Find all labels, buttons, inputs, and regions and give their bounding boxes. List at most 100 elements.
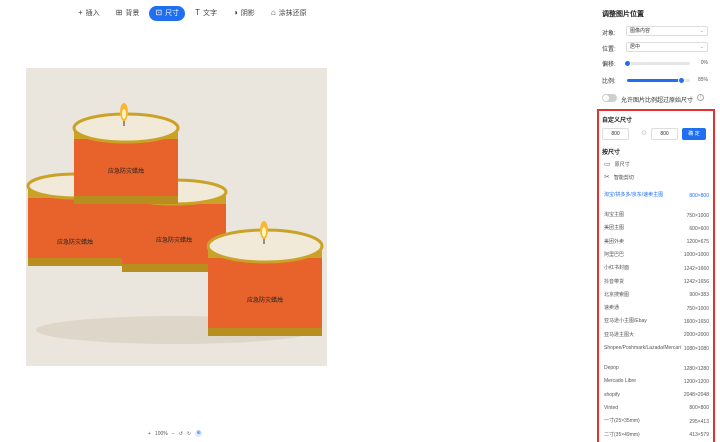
- position-select-value: 居中: [630, 44, 641, 50]
- size-preset-name: 北京搜索图: [604, 291, 630, 298]
- candle-tin-right: 应急防灾蜡烛: [206, 221, 324, 336]
- size-tool[interactable]: ⊡ 尺寸: [149, 5, 186, 21]
- size-preset-dimensions: 600×600: [689, 225, 709, 232]
- undo-icon[interactable]: ↺: [179, 431, 183, 437]
- size-preset-dimensions: 295×413: [689, 418, 709, 425]
- shadow-icon: ◑: [232, 8, 238, 17]
- size-preset-item[interactable]: 淘宝/拼多多/京东/速卖主图 800×800: [604, 192, 709, 199]
- scissors-icon: ✂: [604, 174, 610, 181]
- scale-slider-fill: [627, 79, 681, 82]
- grid-icon: ⊞: [115, 8, 123, 17]
- size-preset-name: 速卖通: [604, 305, 620, 312]
- size-preset-name: 小红书封面: [604, 265, 630, 272]
- size-preset-item[interactable]: 美团主图 600×600: [604, 225, 709, 232]
- text-label: 文字: [202, 10, 217, 17]
- size-preset-dimensions: 900×383: [689, 292, 709, 299]
- allow-upscale-label: 允许图片比例超过原始尺寸: [621, 98, 694, 104]
- candle-tin-top: 应急防灾蜡烛: [72, 103, 180, 204]
- zoom-out-button[interactable]: −: [172, 431, 175, 437]
- size-preset-dimensions: 1242×1660: [683, 265, 709, 272]
- offset-slider[interactable]: [624, 60, 690, 67]
- offset-label: 偏移:: [602, 62, 616, 68]
- size-preset-name: Mercado Libre: [604, 378, 636, 385]
- object-select[interactable]: 图像内容 ⌄: [626, 26, 708, 36]
- restore-icon: ⌂: [270, 8, 276, 17]
- insert-tool[interactable]: + 插入: [72, 6, 106, 21]
- size-preset-dimensions: 750×1000: [686, 212, 709, 219]
- size-preset-item[interactable]: 速卖通 750×1000: [604, 305, 709, 312]
- size-preset-item[interactable]: 阿里巴巴 1000×1000: [604, 252, 709, 259]
- fit-view-icon[interactable]: ⊕: [195, 430, 203, 437]
- size-preset-item[interactable]: Shopee/Poshmark/Lazada/Mercari 1080×1080: [604, 345, 709, 352]
- redo-icon[interactable]: ↻: [187, 431, 191, 437]
- width-input[interactable]: 800: [602, 128, 629, 140]
- by-size-title: 按尺寸: [602, 150, 621, 156]
- size-preset-item[interactable]: 亚马逊主图大 2000×2000: [604, 332, 709, 339]
- position-select[interactable]: 居中 ⌄: [626, 42, 708, 52]
- chevron-down-icon: ⌄: [699, 44, 704, 50]
- insert-label: 插入: [85, 10, 100, 17]
- confirm-button[interactable]: 确 定: [682, 128, 706, 140]
- scale-slider-handle[interactable]: [677, 77, 685, 84]
- size-preset-dimensions: 2048×2048: [683, 392, 709, 399]
- size-preset-item[interactable]: shopify 2048×2048: [604, 392, 709, 399]
- size-preset-dimensions: 413×579: [689, 432, 709, 438]
- size-preset-item[interactable]: 抖音带货 1242×1656: [604, 279, 709, 286]
- original-size-label: 原尺寸: [614, 161, 630, 168]
- size-preset-dimensions: 1242×1656: [683, 279, 709, 285]
- size-preset-name: 亚马逊小主图/Ebay: [604, 318, 647, 325]
- original-size-option[interactable]: ▭ 原尺寸: [604, 160, 630, 168]
- size-preset-item[interactable]: 美团外卖 1200×675: [604, 239, 709, 246]
- info-icon[interactable]: i: [697, 94, 704, 101]
- size-preset-item[interactable]: 淘宝主图 750×1000: [604, 212, 709, 219]
- candles-illustration: 应急防灾蜡烛 应急防灾蜡烛 应急防灾蜡烛 应急防灾蜡烛: [26, 68, 327, 366]
- size-preset-name: Vinted: [604, 404, 619, 411]
- zoom-level: 100%: [154, 430, 168, 437]
- offset-slider-handle[interactable]: [624, 60, 631, 67]
- smart-crop-option[interactable]: ✂ 智能剪切: [604, 173, 634, 181]
- size-preset-dimensions: 1600×1650: [683, 318, 709, 325]
- size-preset-item[interactable]: Mercado Libre 1200×1200: [604, 378, 709, 385]
- size-preset-item[interactable]: 北京搜索图 900×383: [604, 292, 709, 299]
- size-preset-item[interactable]: 小红书封面 1242×1660: [604, 265, 709, 272]
- text-tool[interactable]: T 文字: [189, 6, 223, 21]
- smart-crop-label: 智能剪切: [613, 174, 634, 181]
- size-preset-dimensions: 1080×1080: [683, 345, 709, 352]
- size-preset-item[interactable]: 亚马逊小主图/Ebay 1600×1650: [604, 318, 709, 325]
- zoom-in-button[interactable]: +: [148, 431, 151, 437]
- shadow-tool[interactable]: ◑ 阴影: [227, 6, 261, 21]
- size-preset-name: shopify: [604, 391, 620, 398]
- allow-upscale-toggle[interactable]: [602, 94, 617, 102]
- panel-title: 调整图片位置: [602, 11, 644, 18]
- height-input[interactable]: 800: [651, 128, 678, 140]
- scale-slider[interactable]: [627, 77, 690, 84]
- size-preset-name: 抖音带货: [604, 278, 625, 285]
- offset-value: 0%: [700, 60, 708, 66]
- size-preset-name: 一寸(25×35mm): [604, 418, 640, 425]
- scale-value: 85%: [697, 77, 708, 83]
- size-preset-name: 淘宝主图: [604, 212, 625, 218]
- svg-text:应急防灾蜡烛: 应急防灾蜡烛: [156, 236, 192, 244]
- svg-text:应急防灾蜡烛: 应急防灾蜡烛: [57, 238, 93, 246]
- object-label: 对象:: [602, 31, 616, 37]
- text-icon: T: [195, 8, 200, 17]
- size-preset-dimensions: 800×800: [689, 192, 709, 199]
- canvas-area: + 插入 ⊞ 背景 ⊡ 尺寸 T 文字 ◑ 阴影 ⌂ 涂抹还原 应急防灾蜡烛 应…: [0, 0, 590, 442]
- size-preset-item[interactable]: 二寸(35×49mm) 413×579: [604, 432, 709, 439]
- size-preset-item[interactable]: 一寸(25×35mm) 295×413: [604, 418, 709, 425]
- zoom-bar: + 100% − ↺ ↻ ⊕: [148, 430, 203, 437]
- lock-icon[interactable]: ⊙: [640, 129, 648, 139]
- size-preset-dimensions: 2000×2000: [683, 332, 709, 339]
- image-icon: ▭: [604, 161, 611, 168]
- size-preset-item[interactable]: Vinted 800×800: [604, 405, 709, 412]
- object-select-value: 图像内容: [630, 28, 651, 34]
- size-preset-dimensions: 750×1000: [686, 305, 709, 312]
- size-preset-dimensions: 1200×675: [686, 239, 709, 246]
- chevron-down-icon: ⌄: [699, 28, 704, 34]
- restore-tool[interactable]: ⌂ 涂抹还原: [265, 6, 313, 21]
- background-tool[interactable]: ⊞ 背景: [110, 6, 146, 21]
- product-image[interactable]: 应急防灾蜡烛 应急防灾蜡烛 应急防灾蜡烛 应急防灾蜡烛: [26, 68, 327, 366]
- plus-icon: +: [78, 8, 83, 17]
- size-preset-item[interactable]: Depop 1280×1280: [604, 365, 709, 372]
- size-preset-name: 亚马逊主图大: [604, 331, 635, 338]
